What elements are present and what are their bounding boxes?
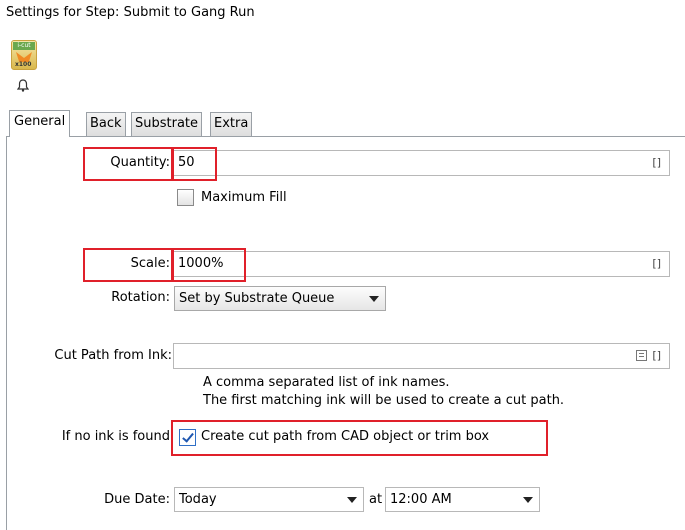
cut-path-label: Cut Path from Ink:: [54, 348, 172, 363]
quantity-field[interactable]: 50 []: [173, 150, 670, 176]
quantity-label: Quantity:: [110, 155, 170, 170]
due-time-select[interactable]: 12:00 AM: [385, 487, 540, 512]
cut-path-variable-icon[interactable]: []: [652, 344, 661, 368]
panel-left-border: [6, 136, 7, 530]
rotation-selected-value: Set by Substrate Queue: [179, 291, 335, 306]
due-time-value: 12:00 AM: [390, 492, 452, 507]
chevron-down-icon: [523, 497, 533, 503]
no-ink-label: If no ink is found: [61, 429, 170, 444]
tab-strip-border: [6, 136, 685, 137]
due-date-at-label: at: [369, 492, 383, 507]
rotation-label: Rotation:: [111, 290, 170, 305]
due-date-label: Due Date:: [104, 492, 170, 507]
app-icon-number: x100: [15, 61, 32, 68]
due-date-value: Today: [179, 492, 217, 507]
tab-general[interactable]: General: [9, 110, 71, 137]
bell-icon[interactable]: [16, 79, 30, 95]
cut-path-help-line-2: The first matching ink will be used to c…: [203, 393, 565, 408]
chevron-down-icon: [347, 497, 357, 503]
cut-path-field[interactable]: []: [173, 343, 670, 369]
icut-app-icon: i-cut x100: [11, 40, 37, 70]
chevron-down-icon: [369, 296, 379, 302]
maximum-fill-checkbox[interactable]: [177, 189, 194, 206]
tab-extra[interactable]: Extra: [210, 112, 253, 136]
list-icon[interactable]: [636, 350, 647, 361]
rotation-select[interactable]: Set by Substrate Queue: [174, 286, 386, 311]
scale-field[interactable]: 1000% []: [173, 251, 670, 277]
window-title: Settings for Step: Submit to Gang Run: [6, 5, 255, 20]
due-date-select[interactable]: Today: [174, 487, 364, 512]
tab-back[interactable]: Back: [86, 112, 126, 136]
quantity-variable-icon[interactable]: []: [652, 151, 661, 175]
app-icon-tag: i-cut: [13, 42, 35, 50]
tab-substrate[interactable]: Substrate: [131, 112, 203, 136]
maximum-fill-label: Maximum Fill: [201, 190, 287, 205]
cut-path-help-line-1: A comma separated list of ink names.: [203, 375, 450, 390]
create-cut-path-label: Create cut path from CAD object or trim …: [201, 429, 490, 444]
scale-value-highlight: [172, 248, 246, 282]
scale-variable-icon[interactable]: []: [652, 252, 661, 276]
create-cut-path-checkbox[interactable]: [179, 429, 196, 446]
quantity-value-highlight: [172, 147, 217, 181]
scale-label: Scale:: [130, 256, 170, 271]
